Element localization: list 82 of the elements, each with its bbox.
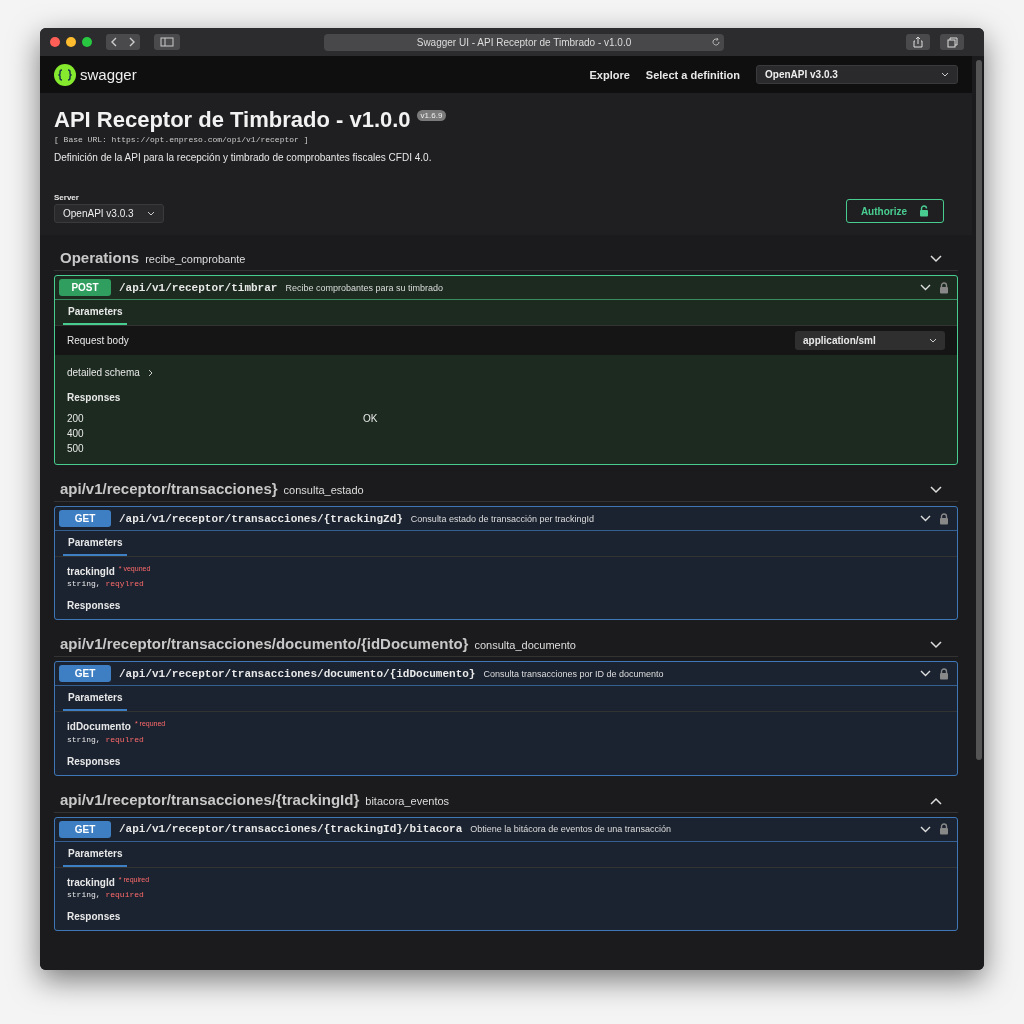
minimize-light[interactable] [66, 37, 76, 47]
caret-icon [941, 72, 949, 77]
endpoint-summary: Obtiene la bitácora de eventos de una transacción [470, 824, 671, 835]
responses-heading: Responses [66, 754, 122, 769]
api-title: API Receptor de Timbrado - v1.0.0 [54, 107, 411, 133]
endpoint-path[interactable]: /api/v1/receptor/transacciones/documento/{idDocumento} [119, 667, 476, 680]
response-code: 400 [67, 427, 85, 441]
endpoint-summary: Consulta transacciones por ID de documento [483, 668, 664, 679]
chevron-right-icon[interactable] [147, 368, 153, 377]
parameter-name: trackingId [67, 566, 115, 578]
definition-label: Select a definition [645, 68, 740, 81]
required-note: required [105, 890, 144, 899]
response-code: 500 [67, 442, 85, 456]
section-tag: consulta_estado [283, 484, 364, 496]
section-tag: bitacora_eventos [365, 794, 450, 807]
endpoint-summary: Recibe comprobantes para su timbrado [285, 282, 444, 293]
chevron-icon[interactable] [920, 284, 931, 291]
method-badge: GET [59, 820, 111, 838]
responses-heading: Responses [66, 599, 122, 614]
swagger-logo-icon [54, 63, 76, 86]
parameters-tab[interactable]: Parameters [63, 847, 128, 867]
sidebar-icon[interactable] [154, 34, 180, 50]
parameters-tab[interactable]: Parameters [63, 537, 128, 556]
base-url: [ Base URL: https://opt.enpreso.com/opi/v1/receptor ] [54, 135, 310, 144]
chevron-icon[interactable] [930, 796, 942, 805]
request-body-label: Request body [67, 335, 129, 346]
response-code: 200 [67, 412, 85, 426]
lock-icon [919, 205, 929, 217]
explore-link[interactable]: Explore [589, 68, 630, 81]
share-icon[interactable] [906, 34, 930, 50]
close-light[interactable] [50, 37, 60, 47]
section-tag: recibe_comprobante [145, 253, 246, 265]
endpoint-summary: Consulta estado de transacción per trackingId [410, 513, 594, 524]
required-note: reqylred [105, 579, 144, 589]
required-note: requlred [105, 734, 144, 744]
lock-icon[interactable] [939, 823, 949, 836]
content-type-select[interactable]: application/sml [795, 331, 945, 350]
parameter-name: idDocumento [67, 721, 131, 733]
server-label: Server [54, 193, 80, 202]
parameter-type: string, [67, 734, 101, 744]
responses-heading: Responses [66, 910, 122, 924]
scrollbar-thumb[interactable] [976, 60, 982, 760]
method-badge: GET [59, 510, 111, 527]
endpoint-path[interactable]: /api/v1/receptor/transacciones/{trackingZd} [119, 512, 403, 525]
method-badge: GET [59, 665, 111, 683]
logo-text: swagger [80, 66, 137, 83]
endpoint-path[interactable]: /api/v1/receptor/timbrar [119, 281, 278, 294]
section-tag: consulta_documento [474, 639, 576, 652]
parameters-tab[interactable]: Parameters [63, 692, 128, 712]
parameter-name: trackingId [67, 877, 115, 888]
chevron-icon[interactable] [930, 486, 942, 494]
back-icon[interactable] [106, 34, 140, 50]
zoom-light[interactable] [82, 37, 92, 47]
tabs-icon[interactable] [940, 34, 964, 50]
endpoint-path[interactable]: /api/v1/receptor/transacciones/{trackingId}/bitacora [119, 823, 463, 836]
chevron-icon[interactable] [920, 670, 931, 678]
schema-link[interactable]: detailed schema [67, 367, 140, 378]
version-badge: v1.6.9 [416, 110, 447, 121]
section-title[interactable]: api/v1/receptor/transacciones/documento/{idDocumento} [60, 635, 469, 653]
lock-icon[interactable] [939, 512, 949, 525]
caret-icon [147, 211, 155, 216]
lock-icon[interactable] [939, 281, 949, 294]
address-bar[interactable]: Swagger UI - API Receptor de Timbrado - v1.0.0 [324, 33, 724, 51]
chevron-icon[interactable] [930, 641, 942, 650]
chevron-icon[interactable] [920, 515, 931, 522]
authorize-button[interactable]: Authorize [845, 199, 944, 223]
definition-select[interactable]: OpenAPI v3.0.3 [756, 65, 958, 84]
section-title[interactable]: api/v1/receptor/transacciones/{trackingId} [60, 790, 360, 808]
chevron-icon[interactable] [920, 825, 931, 833]
section-title[interactable]: api/v1/receptor/transacciones} [60, 480, 278, 497]
parameter-type: string, [67, 890, 101, 899]
server-select[interactable]: OpenAPI v3.0.3 [54, 204, 164, 223]
caret-icon [929, 338, 937, 343]
chevron-icon[interactable] [930, 255, 942, 263]
api-description: Definición de la API para la recepción y timbrado de comprobantes fiscales CFDI 4.0. [54, 152, 433, 163]
method-badge: POST [59, 279, 111, 296]
parameter-type: string, [67, 579, 101, 589]
response-description: OK [363, 412, 378, 426]
reload-icon [711, 37, 722, 47]
lock-icon[interactable] [939, 667, 949, 680]
responses-heading: Responses [66, 391, 122, 405]
section-title[interactable]: Operations [60, 249, 140, 266]
